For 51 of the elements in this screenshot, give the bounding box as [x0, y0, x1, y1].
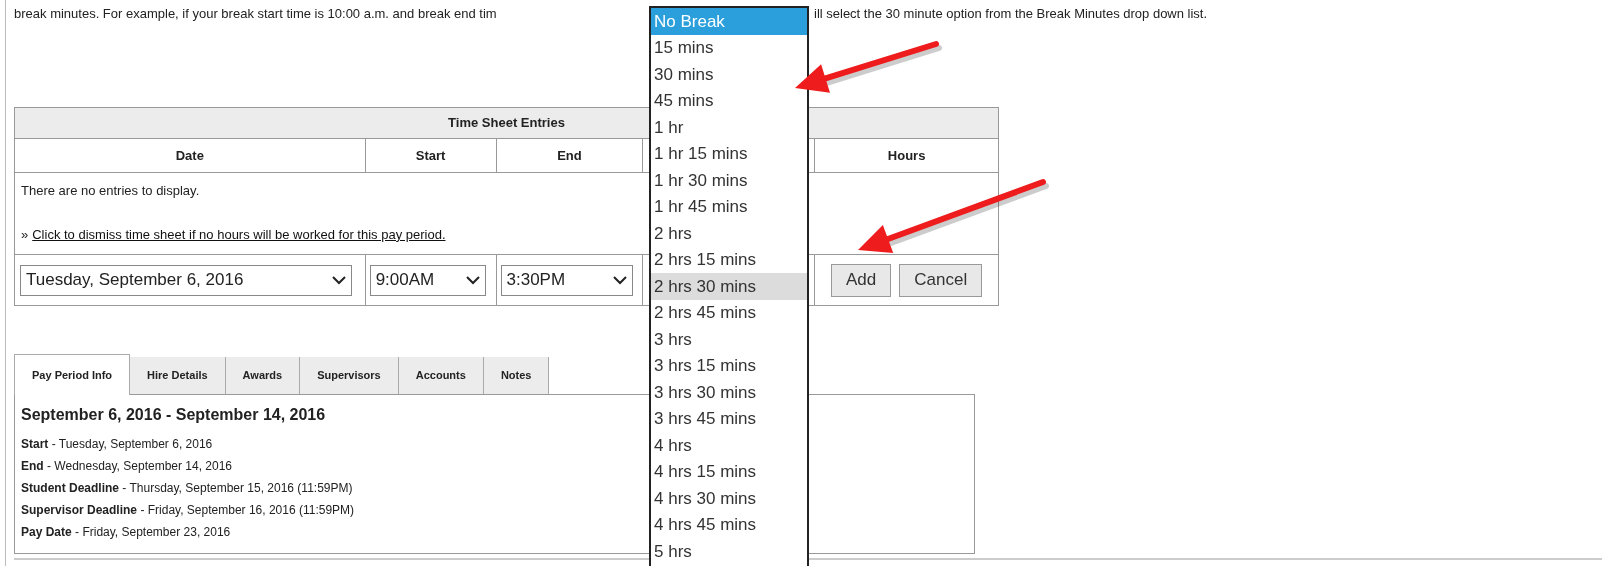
tab[interactable]: Awards: [225, 357, 301, 394]
dropdown-option[interactable]: 3 hrs: [651, 326, 807, 353]
add-button[interactable]: Add: [831, 263, 892, 297]
tab[interactable]: Accounts: [398, 357, 484, 394]
select-value: 3:30PM: [506, 269, 566, 292]
dropdown-option[interactable]: 1 hr 30 mins: [651, 167, 807, 194]
period-detail: Supervisor Deadline - Friday, September 16, 2016 (11:59PM): [21, 502, 355, 519]
tab[interactable]: Notes: [483, 357, 550, 394]
cancel-button[interactable]: Cancel: [899, 263, 983, 297]
chevron-icon: [332, 275, 346, 285]
dropdown-option[interactable]: 3 hrs 45 mins: [651, 405, 807, 432]
dropdown-option[interactable]: 30 mins: [651, 61, 807, 88]
dropdown-option[interactable]: 3 hrs 15 mins: [651, 352, 807, 379]
select-value: 9:00AM: [375, 269, 435, 292]
period-detail: Pay Date - Friday, September 23, 2016: [21, 524, 231, 541]
column-header: Date: [175, 146, 204, 165]
dropdown-option[interactable]: 4 hrs 45 mins: [651, 511, 807, 538]
tab[interactable]: Supervisors: [300, 357, 399, 394]
dropdown-option[interactable]: 2 hrs: [651, 220, 807, 247]
column-header: End: [557, 146, 582, 165]
chevron-icon: [465, 275, 480, 285]
instruction-text: ill select the 30 minute option from the Break Minutes drop down list.: [814, 6, 1208, 22]
tab[interactable]: Hire Details: [130, 357, 226, 394]
dropdown-option[interactable]: 2 hrs 15 mins: [651, 246, 807, 273]
column-header: Start: [415, 146, 446, 165]
tab[interactable]: Pay Period Info: [14, 354, 131, 395]
dropdown-option[interactable]: 1 hr 45 mins: [651, 193, 807, 220]
dropdown-option[interactable]: 3 hrs 30 mins: [651, 379, 807, 406]
select-value: Tuesday, September 6, 2016: [26, 269, 244, 292]
dropdown-option[interactable]: 1 hr: [651, 114, 807, 141]
dropdown-option[interactable]: 2 hrs 30 mins: [651, 273, 807, 300]
select-field[interactable]: Tuesday, September 6, 2016: [20, 264, 352, 296]
dropdown-option[interactable]: 1 hr 15 mins: [651, 140, 807, 167]
instruction-text: break minutes. For example, if your break start time is 10:00 a.m. and break end tim: [14, 6, 497, 21]
dropdown-option[interactable]: 4 hrs 30 mins: [651, 485, 807, 512]
dropdown-option[interactable]: 4 hrs: [651, 432, 807, 459]
dropdown-option[interactable]: 4 hrs 15 mins: [651, 458, 807, 485]
select-field[interactable]: 3:30PM: [500, 264, 633, 296]
select-field[interactable]: 9:00AM: [369, 264, 486, 296]
period-detail: Student Deadline - Thursday, September 15, 2016 (11:59PM): [21, 480, 353, 497]
dropdown-option[interactable]: 15 mins: [651, 34, 807, 61]
period-detail: Start - Tuesday, September 6, 2016: [21, 436, 213, 453]
period-detail: End - Wednesday, September 14, 2016: [21, 458, 233, 475]
period-heading: September 6, 2016 - September 14, 2016: [21, 405, 326, 425]
dropdown-option[interactable]: 5 hrs: [651, 538, 807, 565]
bullet-mark: »: [21, 225, 29, 244]
chevron-icon: [612, 275, 627, 285]
empty-message: There are no entries to display.: [21, 182, 201, 200]
column-header: Hours: [887, 146, 926, 165]
dropdown-option[interactable]: 2 hrs 45 mins: [651, 299, 807, 326]
dismiss-link[interactable]: Click to dismiss time sheet if no hours will be worked for this pay period.: [32, 224, 446, 244]
